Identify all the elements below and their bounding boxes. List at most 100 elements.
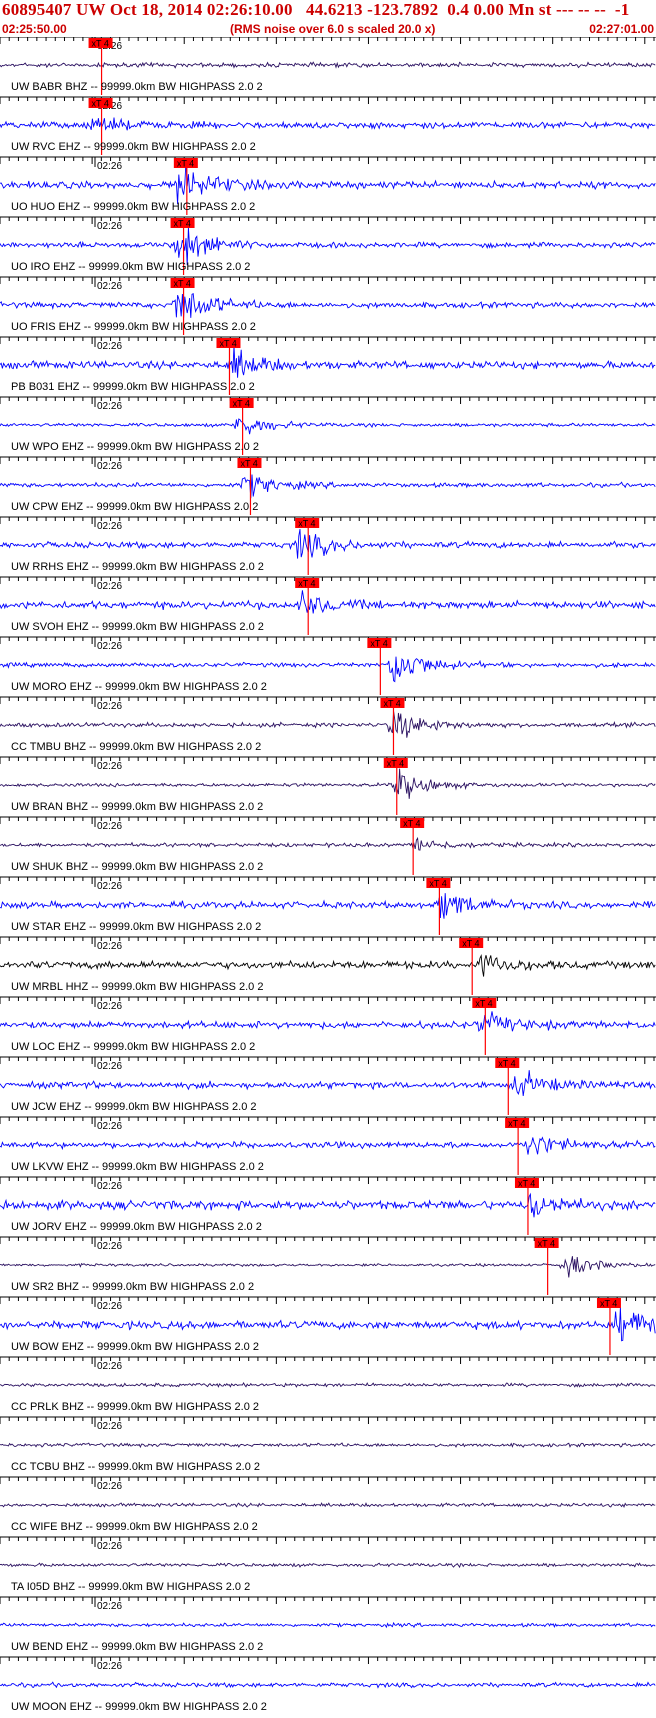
trace-row: 02:26 xT 4 UW JORV EHZ -- 99999.0km BW HIG… xyxy=(0,1176,656,1235)
station-label: UW BRAN BHZ -- 99999.0km BW HIGHPASS 2.0… xyxy=(11,801,263,813)
pick-marker-label: xT 4 xyxy=(219,339,236,349)
minute-mark-label: 02:26 xyxy=(97,581,122,592)
waveform-trace xyxy=(0,590,656,614)
waveform-trace xyxy=(0,1192,656,1218)
waveform-trace xyxy=(0,1136,656,1155)
waveform-trace xyxy=(0,954,656,977)
station-label: UW RRHS EHZ -- 99999.0km BW HIGHPASS 2.0… xyxy=(11,561,264,573)
trace-row: 02:26 xT 4 UW STAR EHZ -- 99999.0km BW HIG… xyxy=(0,876,656,935)
trace-row: 02:26 xT 4 UW BRAN BHZ -- 99999.0km BW HIG… xyxy=(0,756,656,815)
pick-marker-label: xT 4 xyxy=(92,39,109,49)
pick-marker-label: xT 4 xyxy=(403,819,420,829)
waveform-trace xyxy=(0,1621,656,1629)
trace-row: 02:26 xT 4 UW SHUK BHZ -- 99999.0km BW HIG… xyxy=(0,816,656,875)
station-label: PB B031 EHZ -- 99999.0km BW HIGHPASS 2.0… xyxy=(11,381,255,393)
station-label: UW SHUK BHZ -- 99999.0km BW HIGHPASS 2.0… xyxy=(11,861,263,873)
minute-mark-label: 02:26 xyxy=(97,401,122,412)
waveform-trace xyxy=(0,836,656,851)
waveform-trace xyxy=(0,293,656,319)
trace-row: 02:26 UW MOON EHZ -- 99999.0km BW HIGHPAS… xyxy=(0,1656,656,1713)
trace-row: 02:26 xT 4 UO HUO EHZ -- 99999.0km BW HIGH… xyxy=(0,156,656,215)
pick-marker-label: xT 4 xyxy=(518,1179,535,1189)
station-label: TA I05D BHZ -- 99999.0km BW HIGHPASS 2.0… xyxy=(11,1581,250,1593)
station-label: UW MRBL HHZ -- 99999.0km BW HIGHPASS 2.0… xyxy=(11,981,263,993)
trace-row: 02:26 xT 4 UW WPO EHZ -- 99999.0km BW HIGH… xyxy=(0,396,656,455)
trace-row: 02:26 xT 4 UW CPW EHZ -- 99999.0km BW HIGH… xyxy=(0,456,656,515)
pick-marker-label: xT 4 xyxy=(370,639,387,649)
pick-marker-label: xT 4 xyxy=(429,879,446,889)
pick-marker-label: xT 4 xyxy=(298,579,315,589)
station-label: UW SVOH EHZ -- 99999.0km BW HIGHPASS 2.0… xyxy=(11,621,264,633)
minute-mark-label: 02:26 xyxy=(97,1481,122,1492)
waveform-trace xyxy=(0,768,656,799)
trace-row: 02:26 xT 4 UW LOC EHZ -- 99999.0km BW HIGH… xyxy=(0,996,656,1055)
waveform-trace xyxy=(0,1256,656,1278)
minute-mark-label: 02:26 xyxy=(97,1121,122,1132)
seismogram-plot: 02:26 xT 4 UW BABR BHZ -- 99999.0km BW HIG… xyxy=(0,37,656,1713)
waveform-trace xyxy=(0,656,656,683)
station-label: UW LOC EHZ -- 99999.0km BW HIGHPASS 2.0 … xyxy=(11,1041,255,1053)
trace-row: 02:26 TA I05D BHZ -- 99999.0km BW HIGHPAS… xyxy=(0,1536,656,1593)
header: 60895407 UW Oct 18, 2014 02:26:10.00 44.… xyxy=(0,0,656,37)
station-label: UW BOW EHZ -- 99999.0km BW HIGHPASS 2.0 … xyxy=(11,1341,259,1353)
pick-marker-label: xT 4 xyxy=(538,1239,555,1249)
minute-mark-label: 02:26 xyxy=(97,1181,122,1192)
waveform-trace xyxy=(0,1011,656,1032)
minute-mark-label: 02:26 xyxy=(97,521,122,532)
station-label: UW STAR EHZ -- 99999.0km BW HIGHPASS 2.0… xyxy=(11,921,261,933)
trace-row: 02:26 xT 4 UO FRIS EHZ -- 99999.0km BW HIG… xyxy=(0,276,656,335)
minute-mark-label: 02:26 xyxy=(97,1541,122,1552)
trace-row: 02:26 xT 4 UW JCW EHZ -- 99999.0km BW HIGH… xyxy=(0,1056,656,1115)
station-label: UW BEND EHZ -- 99999.0km BW HIGHPASS 2.0… xyxy=(11,1641,263,1653)
trace-row: 02:26 xT 4 UW SVOH EHZ -- 99999.0km BW HIG… xyxy=(0,576,656,635)
trace-row: 02:26 xT 4 UW MRBL HHZ -- 99999.0km BW HIG… xyxy=(0,936,656,995)
waveform-trace xyxy=(0,418,656,435)
minute-mark-label: 02:26 xyxy=(97,1061,122,1072)
waveform-trace xyxy=(0,1562,656,1569)
trace-row: 02:26xT 4UW RVC EHZ -- 99999.0km BW HIGH… xyxy=(0,96,656,155)
waveform-trace xyxy=(0,61,656,69)
pick-marker-label: xT 4 xyxy=(174,219,191,229)
minute-mark-label: 02:26 xyxy=(97,1241,122,1252)
station-label: UW SR2 BHZ -- 99999.0km BW HIGHPASS 2.0 … xyxy=(11,1281,254,1293)
pick-marker-label: xT 4 xyxy=(462,939,479,949)
minute-mark-label: 02:26 xyxy=(97,1601,122,1612)
pick-marker-label: xT 4 xyxy=(177,159,194,169)
end-time-label: 02:27:01.00 xyxy=(589,22,654,36)
rms-noise-subtitle: (RMS noise over 6.0 s scaled 20.0 x) xyxy=(230,22,436,36)
minute-mark-label: 02:26 xyxy=(97,461,122,472)
waveform-trace xyxy=(0,1502,656,1509)
station-label: UW CPW EHZ -- 99999.0km BW HIGHPASS 2.0 … xyxy=(11,501,258,513)
station-label: UO FRIS EHZ -- 99999.0km BW HIGHPASS 2.0… xyxy=(11,321,256,333)
minute-mark-label: 02:26 xyxy=(97,281,122,292)
pick-marker-label: xT 4 xyxy=(240,459,257,469)
minute-mark-label: 02:26 xyxy=(97,161,122,172)
station-label: CC TCBU BHZ -- 99999.0km BW HIGHPASS 2.0… xyxy=(11,1461,260,1473)
waveform-trace xyxy=(0,117,656,131)
minute-mark-label: 02:26 xyxy=(97,1301,122,1312)
waveform-trace xyxy=(0,1070,656,1096)
station-label: UO IRO EHZ -- 99999.0km BW HIGHPASS 2.0 … xyxy=(11,261,250,273)
trace-row: 02:26 CC PRLK BHZ -- 99999.0km BW HIGHPAS… xyxy=(0,1356,656,1413)
station-label: UW JORV EHZ -- 99999.0km BW HIGHPASS 2.0… xyxy=(11,1221,262,1233)
station-label: UO HUO EHZ -- 99999.0km BW HIGHPASS 2.0 … xyxy=(11,201,255,213)
trace-row: 02:26 xT 4 UW LKVW EHZ -- 99999.0km BW HIG… xyxy=(0,1116,656,1175)
minute-mark-label: 02:26 xyxy=(97,1001,122,1012)
station-label: UW WPO EHZ -- 99999.0km BW HIGHPASS 2.0 … xyxy=(11,441,259,453)
waveform-trace xyxy=(0,711,656,738)
pick-marker-label: xT 4 xyxy=(508,1119,525,1129)
station-label: UW RVC EHZ -- 99999.0km BW HIGHPASS 2.0 … xyxy=(11,141,256,153)
trace-row: 02:26 xT 4 UW RRHS EHZ -- 99999.0km BW HIG… xyxy=(0,516,656,575)
minute-mark-label: 02:26 xyxy=(97,821,122,832)
station-label: UW LKVW EHZ -- 99999.0km BW HIGHPASS 2.0… xyxy=(11,1161,264,1173)
minute-mark-label: 02:26 xyxy=(97,881,122,892)
trace-row: 02:26 xT 4 UW SR2 BHZ -- 99999.0km BW HIGH… xyxy=(0,1236,656,1295)
waveform-trace xyxy=(0,474,656,499)
pick-marker-label: xT 4 xyxy=(475,999,492,1009)
waveform-trace xyxy=(0,1381,656,1388)
waveform-trace xyxy=(0,1442,656,1449)
pick-marker-label: xT 4 xyxy=(92,99,109,109)
minute-mark-label: 02:26 xyxy=(97,701,122,712)
minute-mark-label: 02:26 xyxy=(97,941,122,952)
trace-row: 02:26 xT 4 UW MORO EHZ -- 99999.0km BW HIG… xyxy=(0,636,656,695)
